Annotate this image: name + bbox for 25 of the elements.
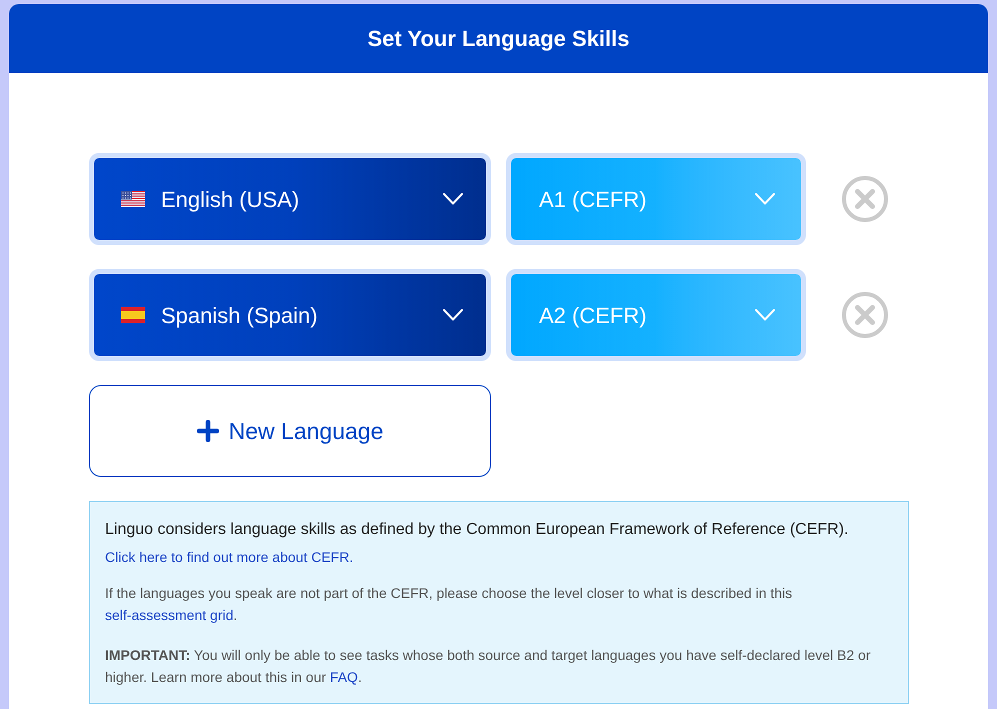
plus-icon [196,420,219,442]
close-circle-icon [842,176,888,222]
language-dropdown[interactable]: English (USA) [89,153,491,245]
remove-language-button[interactable] [842,292,888,338]
info-link[interactable]: FAQ [330,669,358,685]
chevron-down-icon [443,193,463,205]
level-label: A1 (CEFR) [539,186,647,214]
level-label: A2 (CEFR) [539,302,647,330]
language-label: Spanish (Spain) [161,302,318,330]
info-paragraph: IMPORTANT: You will only be able to see tasks whose both source and target languages you have self-declared level B2 or higher. Learn more about this in our FAQ. [105,646,872,687]
chevron-down-icon [755,309,775,321]
remove-language-button[interactable] [842,176,888,222]
language-label: English (USA) [161,186,300,214]
info-link[interactable]: self-assessment grid [105,607,234,623]
chevron-down-icon [443,309,463,321]
page-title: Set Your Language Skills [367,25,630,53]
spain-flag-icon [121,307,145,323]
us-flag-icon [121,191,145,207]
info-intro: Linguo considers language skills as defined by the Common European Framework of Reference (CEFR). [105,520,850,540]
language-dropdown[interactable]: Spanish (Spain) [89,269,491,361]
new-language-button[interactable]: New Language [89,385,491,477]
cefr-link[interactable]: Click here to find out more about CEFR. [105,546,354,568]
chevron-down-icon [755,193,775,205]
close-circle-icon [842,292,888,338]
info-paragraph: If the languages you speak are not part of the CEFR, please choose the level closer to what is described in this self-assessment grid. [105,584,794,625]
